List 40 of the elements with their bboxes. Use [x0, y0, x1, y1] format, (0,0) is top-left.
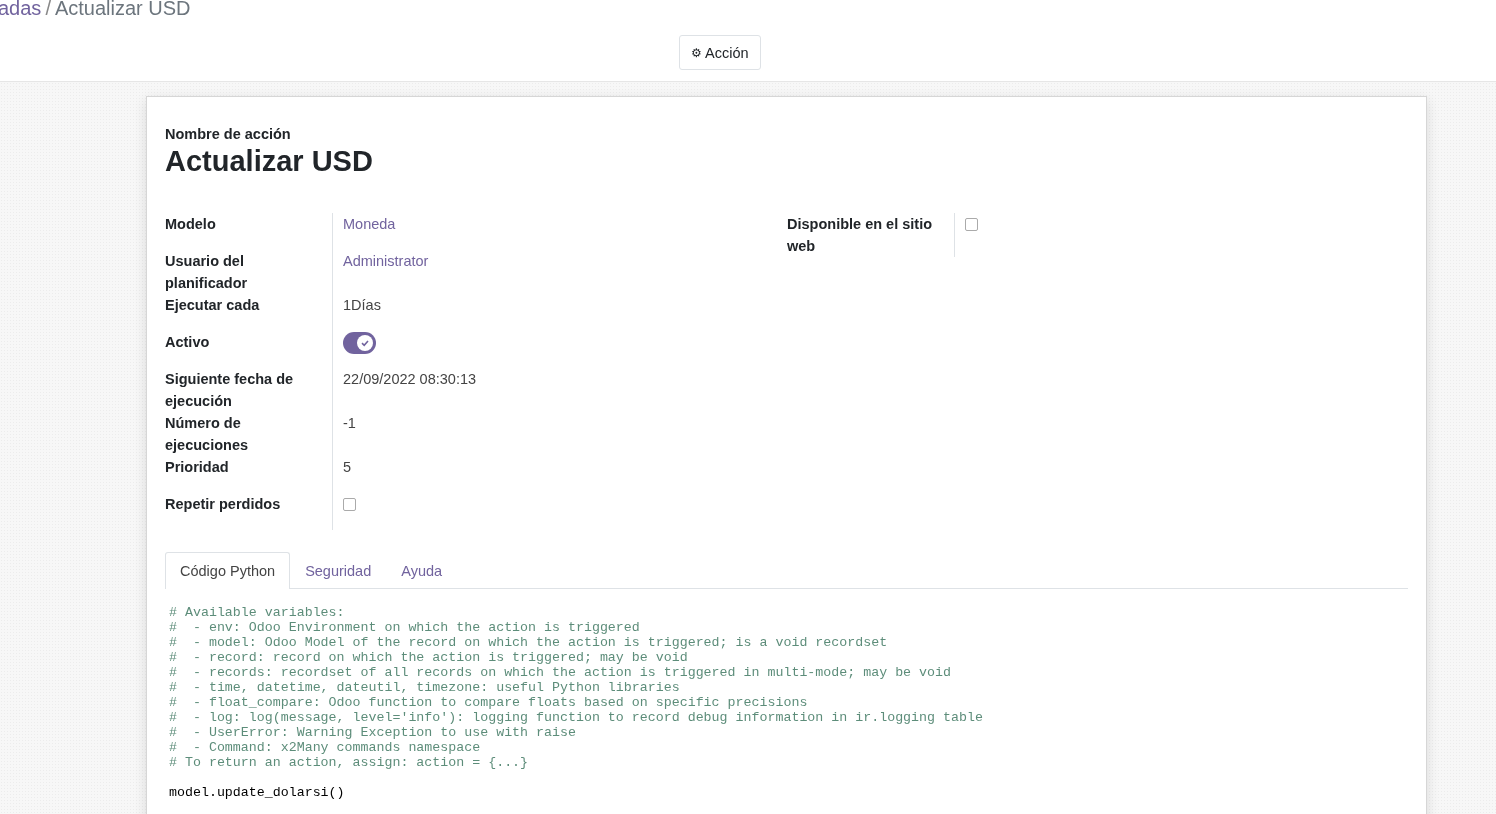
checkbox[interactable]: [965, 218, 978, 231]
field-link[interactable]: Moneda: [343, 216, 396, 232]
code-comment: # - model: Odoo Model of the record on which the action is triggered; is a void recordset: [169, 635, 889, 650]
field-value: 5: [343, 459, 352, 475]
code-comment: # - env: Odoo Environment on which the action is triggered: [169, 620, 641, 635]
field-label: Prioridad: [165, 456, 333, 493]
code-comment: # - records: recordset of all records on which the action is triggered in multi-mode; may be void: [169, 665, 952, 680]
code-comment: # - log: log(message, level='info'): logging function to record debug information in ir.logging table: [169, 710, 984, 725]
checkbox[interactable]: [343, 498, 356, 511]
toggle-switch[interactable]: [343, 332, 376, 354]
field-value: 22/09/2022 08:30:13: [343, 371, 477, 387]
code-comment: # - record: record on which the action is triggered; may be void: [169, 650, 689, 665]
code-comment: # To return an action, assign: action = {...}: [169, 755, 530, 770]
tab[interactable]: Seguridad: [290, 552, 387, 589]
field-link[interactable]: Administrator: [343, 253, 429, 269]
field-label: Activo: [165, 331, 333, 368]
code-line: model.update_dolarsi(): [169, 785, 346, 800]
field-label: Siguiente fecha de ejecución: [165, 368, 333, 412]
code-comment: # Available variables:: [169, 605, 346, 620]
tab[interactable]: Código Python: [165, 552, 291, 589]
breadcrumb-separator: /: [45, 0, 51, 19]
field-label: Usuario del planificador: [165, 250, 333, 294]
field-label: Ejecutar cada: [165, 294, 333, 331]
field-label: Repetir perdidos: [165, 493, 333, 530]
action-button[interactable]: ⚙ Acción: [679, 35, 761, 70]
check-icon: [360, 338, 370, 348]
field-label: Número de ejecuciones: [165, 412, 333, 456]
field-label: Nombre de acción: [165, 125, 292, 143]
tab[interactable]: Ayuda: [386, 552, 458, 589]
field-label: Modelo: [165, 213, 333, 250]
code-comment: # - float_compare: Odoo function to compare floats based on specific precisions: [169, 695, 809, 710]
breadcrumb-current: Actualizar USD: [54, 0, 191, 19]
code-comment: # - time, datetime, dateutil, timezone: useful Python libraries: [169, 680, 681, 695]
field-value: -1: [343, 415, 356, 431]
field-value: 1Días: [343, 297, 381, 313]
code-comment: # - UserError: Warning Exception to use with raise: [169, 725, 577, 740]
code-comment: # - Command: x2Many commands namespace: [169, 740, 482, 755]
gear-icon: ⚙: [691, 45, 702, 60]
record-title: Actualizar USD: [165, 144, 374, 179]
field-label: Disponible en el sitio web: [787, 213, 955, 257]
